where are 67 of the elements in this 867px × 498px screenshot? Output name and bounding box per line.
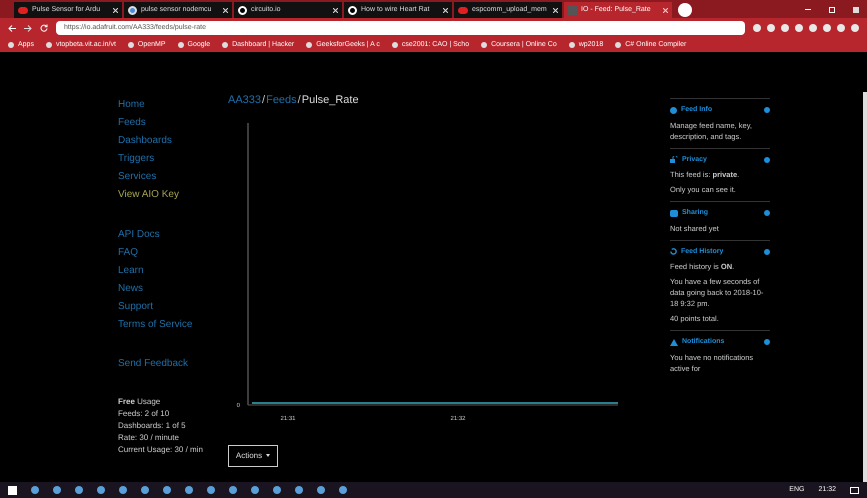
forward-icon[interactable] — [24, 24, 32, 32]
new-tab-icon[interactable] — [678, 3, 692, 17]
feedback-link[interactable]: Send Feedback — [118, 356, 228, 371]
history-icon — [670, 248, 677, 256]
taskbar-app-icon[interactable] — [273, 486, 281, 494]
settings-icon[interactable] — [764, 107, 770, 114]
usage-text: Rate: 30 / minute — [118, 432, 180, 444]
close-icon[interactable] — [553, 8, 558, 12]
nav-link[interactable]: Support — [118, 298, 228, 316]
taskbar-app-icon[interactable] — [141, 486, 149, 494]
video-icon — [458, 6, 468, 14]
scrollbar[interactable] — [863, 92, 867, 482]
nav-link[interactable]: Home — [118, 96, 228, 114]
nav-link[interactable]: Dashboards — [118, 132, 228, 150]
close-icon[interactable] — [223, 8, 228, 12]
usage-text: Current Usage: 30 / min — [118, 444, 204, 456]
nav-link[interactable]: Learn — [118, 262, 228, 280]
usage-text: Feeds: 2 of 10 — [118, 408, 170, 420]
settings-icon[interactable] — [764, 210, 770, 216]
breadcrumb-current: Pulse_Rate — [302, 93, 359, 108]
nav-link[interactable]: Terms of Service — [118, 316, 228, 334]
people-icon — [670, 210, 678, 217]
breadcrumb-link[interactable]: AA333 — [228, 92, 262, 108]
taskbar-app-icon[interactable] — [53, 486, 61, 494]
reload-icon[interactable] — [40, 24, 48, 32]
close-icon[interactable] — [443, 8, 448, 12]
nav-link[interactable]: News — [118, 280, 228, 298]
usage-text: Free Usage — [118, 396, 162, 408]
caret-icon — [266, 454, 270, 457]
taskbar-app-icon[interactable] — [163, 486, 171, 494]
taskbar-app-icon[interactable] — [339, 486, 347, 494]
square-icon — [568, 6, 577, 14]
taskbar-app-icon[interactable] — [31, 486, 39, 494]
usage-text: Dashboards: 1 of 5 — [118, 420, 187, 432]
taskbar-app-icon[interactable] — [251, 486, 259, 494]
warning-icon — [670, 338, 678, 346]
nav-link[interactable]: View AIO Key — [118, 186, 228, 204]
breadcrumb-separator: / — [296, 93, 302, 108]
start-icon[interactable] — [8, 486, 17, 494]
settings-icon[interactable] — [764, 248, 770, 255]
settings-icon[interactable] — [764, 156, 770, 163]
taskbar-app-icon[interactable] — [75, 486, 83, 494]
nav-link[interactable]: API Docs — [118, 226, 228, 244]
taskbar-app-icon[interactable] — [295, 486, 303, 494]
taskbar-app-icon[interactable] — [97, 486, 105, 494]
close-icon[interactable] — [113, 8, 118, 12]
globe-icon — [128, 6, 137, 14]
actions-button[interactable]: Actions — [228, 444, 278, 466]
video-icon — [18, 6, 28, 14]
info-icon — [670, 106, 677, 114]
taskbar-app-icon[interactable] — [185, 486, 193, 494]
breadcrumb-separator: / — [261, 93, 266, 108]
taskbar-app-icon[interactable] — [207, 486, 215, 494]
notification-icon[interactable] — [850, 486, 859, 494]
nav-link[interactable]: FAQ — [118, 244, 228, 262]
maximize-icon[interactable] — [829, 7, 835, 13]
settings-icon[interactable] — [764, 339, 770, 346]
nav-link[interactable]: Feeds — [118, 114, 228, 132]
taskbar-app-icon[interactable] — [119, 486, 127, 494]
nav-link[interactable]: Services — [118, 168, 228, 186]
close-icon[interactable] — [333, 8, 338, 12]
back-icon[interactable] — [8, 24, 16, 32]
taskbar-app-icon[interactable] — [229, 486, 237, 494]
nav-link[interactable]: Triggers — [118, 150, 228, 168]
lock-icon — [670, 156, 678, 164]
breadcrumb-link[interactable]: Feeds — [266, 92, 297, 108]
taskbar-app-icon[interactable] — [317, 486, 325, 494]
